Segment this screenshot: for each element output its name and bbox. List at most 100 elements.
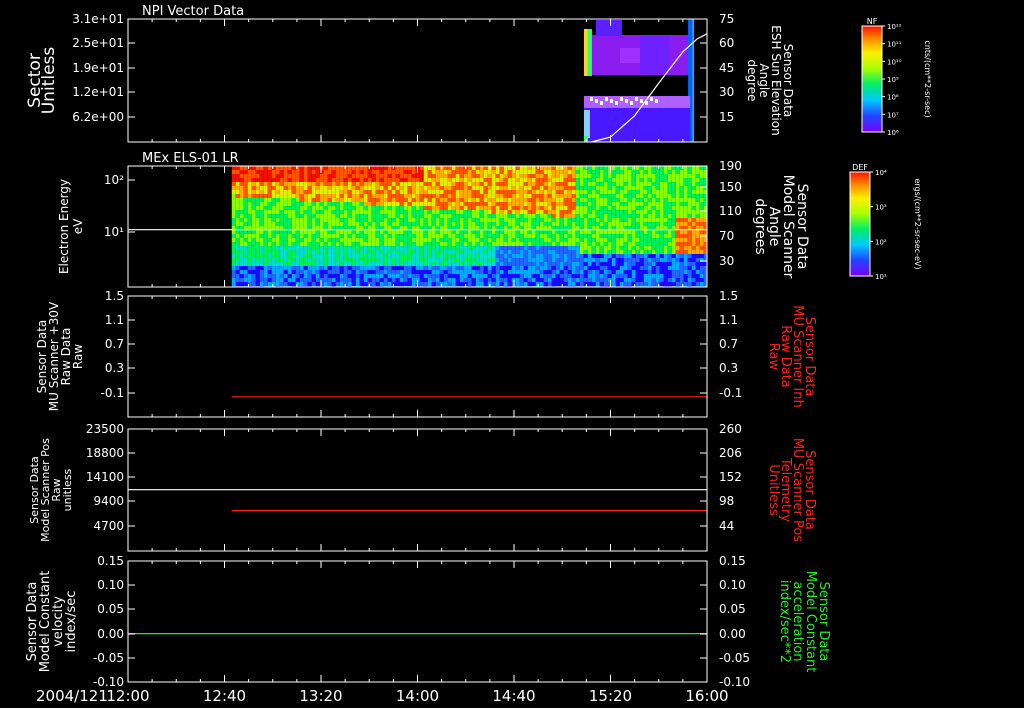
els-cell	[679, 198, 684, 202]
els-cell	[515, 250, 520, 254]
els-cell	[375, 270, 380, 274]
els-cell	[247, 210, 252, 214]
els-cell	[519, 270, 524, 274]
els-cell	[551, 282, 556, 286]
els-cell	[475, 278, 480, 282]
els-cell	[459, 214, 464, 218]
els-cell	[515, 210, 520, 214]
els-cell	[551, 198, 556, 202]
els-cell	[295, 206, 300, 210]
els-cell	[459, 182, 464, 186]
els-cell	[371, 166, 376, 170]
els-cell	[451, 194, 456, 198]
els-cell	[267, 174, 272, 178]
els-cell	[355, 186, 360, 190]
els-cell	[387, 182, 392, 186]
els-cell	[499, 214, 504, 218]
els-cell	[307, 182, 312, 186]
els-cell	[315, 170, 320, 174]
els-cell	[659, 186, 664, 190]
els-cell	[343, 258, 348, 262]
els-cell	[275, 194, 280, 198]
els-cell	[671, 214, 676, 218]
els-cell	[335, 190, 340, 194]
els-cell	[659, 274, 664, 278]
els-cell	[663, 230, 668, 234]
els-cell	[367, 206, 372, 210]
els-cell	[247, 218, 252, 222]
els-cell	[659, 174, 664, 178]
left-tick-label: 0.7	[105, 337, 124, 351]
els-cell	[399, 210, 404, 214]
els-cell	[335, 270, 340, 274]
els-cell	[555, 182, 560, 186]
els-cell	[619, 178, 624, 182]
els-cell	[563, 210, 568, 214]
els-cell	[307, 246, 312, 250]
els-cell	[587, 190, 592, 194]
els-cell	[239, 210, 244, 214]
els-cell	[243, 182, 248, 186]
els-cell	[291, 170, 296, 174]
els-cell	[439, 182, 444, 186]
time-tick-label: 12:40	[203, 687, 246, 705]
els-cell	[427, 278, 432, 282]
els-cell	[583, 282, 588, 286]
els-cell	[439, 246, 444, 250]
els-cell	[559, 262, 564, 266]
els-cell	[379, 242, 384, 246]
els-cell	[259, 202, 264, 206]
els-cell	[635, 266, 640, 270]
els-cell	[359, 202, 364, 206]
els-cell	[539, 230, 544, 234]
els-cell	[403, 254, 408, 258]
els-cell	[651, 170, 656, 174]
els-cell	[643, 174, 648, 178]
els-cell	[583, 166, 588, 170]
els-cell	[283, 246, 288, 250]
els-cell	[419, 198, 424, 202]
els-cell	[615, 174, 620, 178]
els-cell	[351, 270, 356, 274]
els-cell	[527, 186, 532, 190]
els-cell	[411, 170, 416, 174]
els-cell	[491, 270, 496, 274]
els-cell	[547, 202, 552, 206]
els-cell	[503, 210, 508, 214]
els-cell	[395, 242, 400, 246]
els-cell	[667, 278, 672, 282]
els-cell	[507, 270, 512, 274]
els-cell	[231, 198, 236, 202]
els-cell	[539, 218, 544, 222]
npi-cell-green	[587, 29, 592, 76]
els-cell	[347, 186, 352, 190]
els-cell	[591, 282, 596, 286]
els-cell	[279, 214, 284, 218]
els-cell	[683, 178, 688, 182]
els-cell	[495, 282, 500, 286]
els-cell	[687, 202, 692, 206]
els-cell	[503, 178, 508, 182]
els-cell	[247, 246, 252, 250]
els-cell	[523, 174, 528, 178]
els-cell	[459, 254, 464, 258]
right-tick-label: 1.1	[719, 313, 738, 327]
els-cell	[591, 166, 596, 170]
els-cell	[247, 198, 252, 202]
els-cell	[399, 246, 404, 250]
els-cell	[579, 166, 584, 170]
els-cell	[303, 270, 308, 274]
els-cell	[327, 266, 332, 270]
els-cell	[359, 270, 364, 274]
els-cell	[543, 198, 548, 202]
els-cell	[643, 194, 648, 198]
els-cell	[255, 218, 260, 222]
els-cell	[439, 202, 444, 206]
els-cell	[391, 234, 396, 238]
els-cell	[651, 242, 656, 246]
els-cell	[243, 238, 248, 242]
els-cell	[531, 166, 536, 170]
els-cell	[419, 210, 424, 214]
els-cell	[447, 166, 452, 170]
els-cell	[591, 178, 596, 182]
